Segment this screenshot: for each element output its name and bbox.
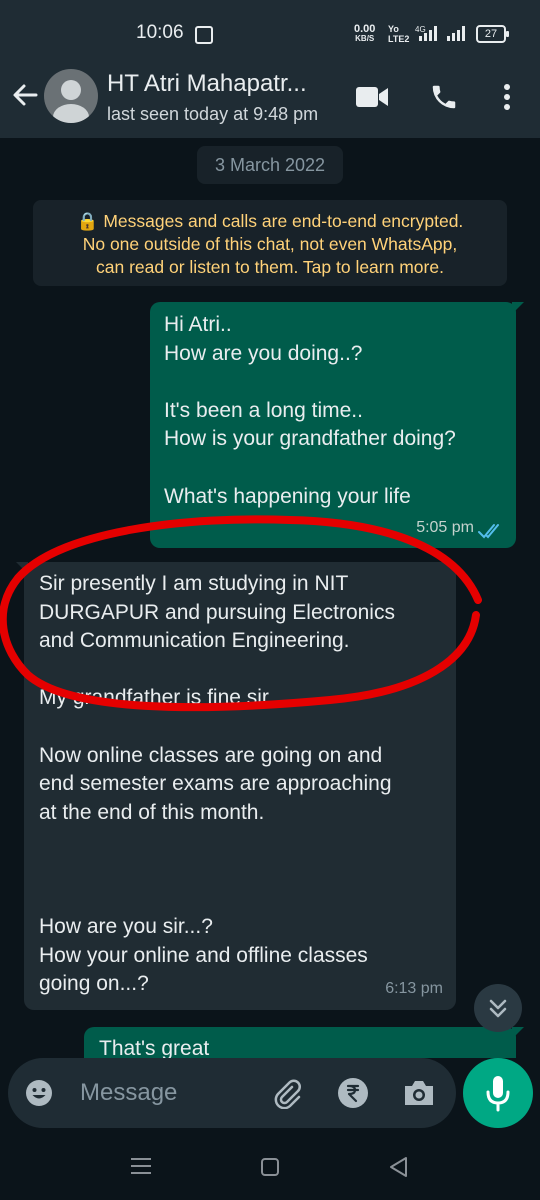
message-time: 5:05 pm — [416, 519, 474, 537]
chat-area[interactable]: 3 March 2022 🔒 Messages and calls are en… — [0, 138, 540, 1058]
read-ticks-icon — [478, 524, 499, 539]
message-time: 6:13 pm — [385, 980, 443, 998]
last-seen-status: last seen today at 9:48 pm — [107, 104, 319, 124]
encryption-notice[interactable]: 🔒 Messages and calls are end-to-end encr… — [33, 200, 507, 286]
voice-message-button[interactable] — [463, 1058, 533, 1128]
video-call-icon[interactable] — [355, 85, 389, 109]
svg-text:4G: 4G — [415, 25, 426, 34]
attach-paperclip-icon[interactable] — [271, 1077, 303, 1109]
outgoing-message[interactable]: Hi Atri.. How are you doing..? It's been… — [150, 302, 524, 548]
more-options-icon[interactable] — [501, 82, 513, 112]
message-placeholder: Message — [80, 1079, 178, 1106]
outgoing-message[interactable]: That's great — [84, 1027, 524, 1058]
emoji-icon[interactable] — [25, 1079, 53, 1107]
system-navigation-bar — [0, 1128, 540, 1200]
contact-name[interactable]: HT Atri Mahapatr... — [107, 70, 335, 98]
camera-icon[interactable] — [402, 1078, 436, 1108]
voice-call-icon[interactable] — [429, 82, 459, 112]
back-nav-icon[interactable] — [388, 1156, 408, 1178]
network-speed: 0.00 KB/S — [354, 23, 376, 44]
double-chevron-down-icon — [489, 999, 507, 1018]
notification-app-icon — [195, 26, 213, 44]
recent-apps-icon[interactable] — [130, 1157, 152, 1175]
default-avatar-icon — [53, 80, 89, 123]
composer-bar: Message — [0, 1058, 540, 1128]
scroll-to-bottom-button[interactable] — [474, 984, 522, 1032]
status-bar: 10:06 0.00 KB/S Yo LTE2 4G 27 — [0, 0, 540, 60]
back-arrow-icon[interactable] — [10, 80, 40, 110]
home-icon[interactable] — [260, 1157, 280, 1177]
volte-indicator: Yo LTE2 — [388, 24, 410, 44]
message-input[interactable]: Message — [8, 1058, 456, 1128]
microphone-icon — [486, 1076, 510, 1112]
bubble-tail-icon — [16, 562, 28, 574]
date-chip: 3 March 2022 — [197, 146, 343, 184]
bubble-tail-icon — [512, 302, 524, 314]
avatar[interactable] — [44, 69, 98, 123]
chat-header: HT Atri Mahapatr... last seen today at 9… — [0, 60, 540, 138]
signal-icon: 4G — [415, 25, 465, 41]
payment-rupee-icon[interactable] — [337, 1077, 369, 1109]
incoming-message[interactable]: Sir presently I am studying in NIT DURGA… — [16, 562, 456, 1010]
battery-icon: 27 — [476, 25, 509, 43]
status-time: 10:06 — [136, 22, 184, 43]
